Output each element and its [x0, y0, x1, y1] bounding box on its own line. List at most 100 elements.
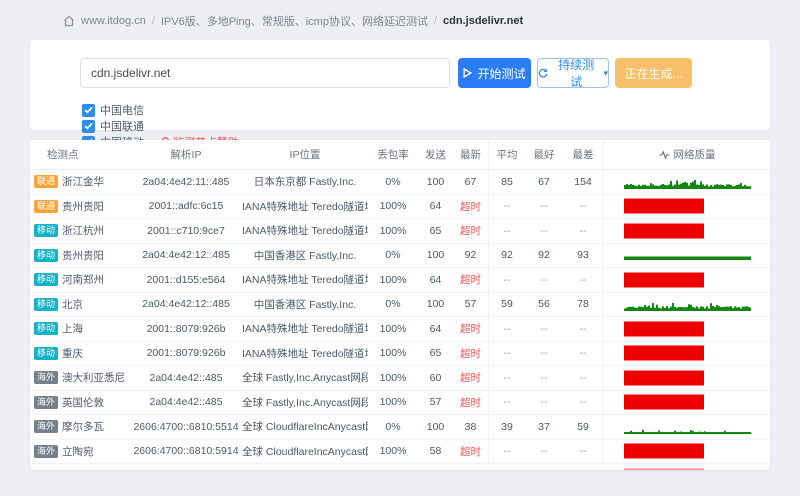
loss-rate: 0% [385, 420, 401, 433]
quality-cell [603, 439, 770, 463]
quality-cell [603, 415, 770, 439]
quality-cell [603, 292, 770, 316]
sent-count: 64 [429, 200, 442, 213]
isp-badge: 海外 [34, 371, 59, 385]
column-header: IP位置 [289, 149, 321, 161]
loss-rate: 100% [379, 322, 407, 335]
loss-rate: 0% [385, 249, 401, 262]
ip-location: 全球 Fastly,Inc.Anycast网段 [242, 396, 368, 409]
node-cell: 移动 上海 [30, 321, 130, 336]
node-name: 浙江杭州 [62, 225, 105, 238]
ip-location: IANA特殊地址 Teredo隧道地址 [242, 225, 368, 238]
table-row: 移动 重庆 2001::8079:926b IANA特殊地址 Teredo隧道地… [30, 341, 770, 366]
node-name: 贵州贵阳 [62, 200, 105, 213]
sent-count: 65 [429, 347, 442, 360]
avg-latency: -- [488, 219, 525, 243]
loss-rate: 100% [379, 224, 407, 237]
loss-rate: 0% [385, 175, 401, 188]
worst-latency: 154 [574, 175, 592, 188]
column-header: 最新 [460, 149, 481, 161]
isp-badge: 海外 [34, 420, 59, 434]
quality-cell [603, 194, 770, 218]
generating-button[interactable]: 正在生成... [615, 58, 692, 88]
resolved-ip: 2001::adfc:6c15 [148, 200, 224, 213]
worst-latency: -- [579, 396, 587, 409]
node-cell: 联通 浙江金华 [30, 174, 130, 189]
isp-badge: 海外 [34, 395, 59, 409]
loss-rate: 100% [379, 347, 407, 360]
avg-latency: -- [488, 194, 525, 218]
quality-chart [623, 247, 751, 263]
best-latency: -- [540, 371, 548, 384]
worst-latency: -- [579, 200, 587, 213]
best-latency: -- [540, 200, 548, 213]
resolved-ip: 2a04:4e42:11::485 [142, 175, 230, 188]
table-row: 移动 北京 2a04:4e42:12::485 中国香港区 Fastly,Inc… [30, 292, 770, 317]
quality-chart [623, 468, 751, 470]
column-header: 丢包率 [377, 149, 409, 161]
best-latency: 67 [538, 175, 550, 188]
isp-badge: 海外 [34, 444, 59, 458]
breadcrumb-section[interactable]: IPV6版、多地Ping、常规版、icmp协议、网络延迟测试 [161, 13, 428, 29]
isp-checkbox-中国联通[interactable]: 中国联通 [82, 118, 144, 134]
checkbox[interactable] [82, 119, 95, 133]
node-name: 贵州贵阳 [62, 249, 105, 262]
continuous-test-button[interactable]: 持续测试 ▾ [537, 58, 609, 89]
best-latency: -- [540, 224, 548, 237]
best-latency: -- [540, 396, 548, 409]
quality-chart [623, 394, 751, 410]
quality-chart [623, 272, 751, 288]
avg-latency: -- [488, 439, 525, 463]
table-row: 移动 上海 2001::8079:926b IANA特殊地址 Teredo隧道地… [30, 317, 770, 342]
isp-badge: 移动 [34, 297, 59, 311]
ip-location: IANA特殊地址 Teredo隧道地址 [242, 347, 368, 360]
sent-count: 57 [429, 396, 442, 409]
loss-rate: 100% [379, 396, 407, 409]
latest-latency: 67 [464, 175, 477, 188]
resolved-ip: 2606:4700::6810:5914 [133, 445, 239, 458]
isp-checkbox-中国电信[interactable]: 中国电信 [82, 102, 144, 118]
checkbox-label: 中国联通 [100, 121, 144, 133]
resolved-ip: 2001::8079:926b [146, 347, 226, 360]
breadcrumb-site[interactable]: www.itdog.cn [81, 15, 146, 27]
quality-cell [603, 366, 770, 390]
loss-rate: 0% [385, 298, 401, 311]
loss-rate: 100% [379, 273, 407, 286]
refresh-icon [538, 68, 548, 78]
quality-chart [623, 296, 751, 312]
latest-latency: 超时 [460, 396, 481, 409]
table-row: 移动 河南郑州 2001::d155:e564 IANA特殊地址 Teredo隧… [30, 268, 770, 293]
node-name: 浙江金华 [62, 176, 105, 189]
node-cell: 移动 贵州贵阳 [30, 248, 130, 263]
target-host-input[interactable] [80, 58, 450, 88]
quality-chart [623, 321, 751, 337]
checkbox-label: 中国电信 [100, 105, 144, 117]
sent-count: 58 [429, 445, 442, 458]
checkbox[interactable] [82, 103, 95, 117]
table-row: 海外 摩尔多瓦 2606:4700::6810:5514 全球 Cloudfla… [30, 415, 770, 440]
sent-count: 64 [429, 273, 442, 286]
latest-latency: 超时 [460, 274, 481, 287]
check-icon [84, 106, 93, 114]
latest-latency: 38 [464, 420, 477, 433]
chevron-down-icon: ▾ [603, 67, 608, 78]
avg-latency: -- [488, 317, 525, 341]
latest-latency: 超时 [460, 347, 481, 360]
ip-location: 中国香港区 Fastly,Inc. [253, 249, 357, 262]
table-row: 海外 澳大利亚悉尼 2a04:4e42::485 全球 Fastly,Inc.A… [30, 366, 770, 391]
node-name: 澳大利亚悉尼 [62, 372, 126, 385]
worst-latency: -- [579, 371, 587, 384]
avg-latency: 92 [488, 243, 525, 267]
isp-badge: 移动 [34, 346, 59, 360]
node-name: 河南郑州 [62, 274, 105, 287]
ip-location: 中国香港区 Fastly,Inc. [253, 298, 357, 311]
table-row: 海外 [30, 464, 770, 470]
node-name: 北京 [62, 298, 84, 311]
node-cell: 海外 英国伦敦 [30, 395, 130, 410]
sent-count: 64 [429, 322, 442, 335]
avg-latency [488, 464, 525, 470]
avg-latency: -- [488, 268, 525, 292]
best-latency: -- [540, 445, 548, 458]
start-test-button[interactable]: 开始测试 [458, 58, 531, 88]
quality-chart [623, 345, 751, 361]
